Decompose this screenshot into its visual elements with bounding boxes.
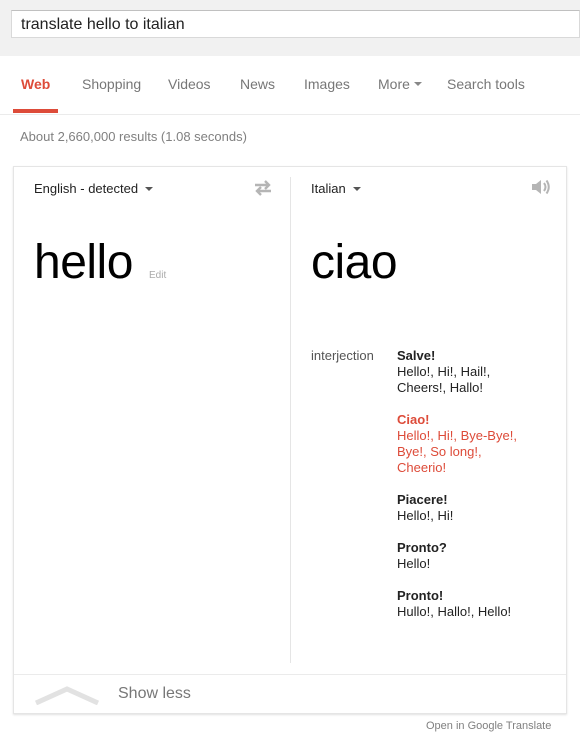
caret-down-icon (352, 186, 361, 191)
open-in-google-translate-link[interactable]: Open in Google Translate (426, 720, 551, 732)
entry-translation: Cheers!, Hallo! (397, 380, 483, 395)
tab-news[interactable]: News (240, 76, 275, 92)
tab-search-tools[interactable]: Search tools (447, 76, 525, 92)
chevron-up-icon (34, 686, 100, 705)
tab-more[interactable]: More (378, 76, 422, 92)
entry-translation: Hello!, Hi!, Bye-Bye!, (397, 428, 517, 443)
dictionary-entries: Salve! Hello!, Hi!, Hail!, Cheers!, Hall… (397, 348, 557, 636)
target-language-select[interactable]: Italian (311, 181, 361, 196)
source-language-select[interactable]: English - detected (34, 181, 154, 196)
results-count: About 2,660,000 results (1.08 seconds) (20, 129, 247, 144)
entry-word: Pronto? (397, 540, 447, 555)
tab-more-label: More (378, 76, 410, 92)
edit-link[interactable]: Edit (149, 270, 166, 281)
entry-word: Salve! (397, 348, 436, 363)
source-text: hello (34, 236, 133, 289)
entry-translation: Cheerio! (397, 460, 447, 475)
dictionary-entry: Salve! Hello!, Hi!, Hail!, Cheers!, Hall… (397, 348, 557, 396)
target-text: ciao (311, 236, 398, 289)
speaker-icon[interactable] (530, 177, 552, 202)
entry-translation: Hello!, Hi!, Hail!, (397, 364, 491, 379)
entry-translation: Hello! (397, 556, 431, 571)
dictionary-entry-highlighted: Ciao! Hello!, Hi!, Bye-Bye!, Bye!, So lo… (397, 412, 557, 476)
translate-card: English - detected Italian hello Edit ci… (13, 166, 567, 714)
caret-down-icon (413, 82, 422, 87)
entry-word: Ciao! (397, 412, 430, 427)
dictionary-entry: Pronto! Hullo!, Hallo!, Hello! (397, 588, 557, 620)
entry-word: Piacere! (397, 492, 448, 507)
show-less-label: Show less (118, 685, 191, 702)
entry-translation: Hello!, Hi! (397, 508, 454, 523)
tab-images[interactable]: Images (304, 76, 350, 92)
dictionary-entry: Piacere! Hello!, Hi! (397, 492, 557, 524)
dictionary-entry: Pronto? Hello! (397, 540, 557, 572)
source-language-label: English - detected (34, 181, 139, 196)
search-tabs: Web Shopping Videos News Images More Sea… (0, 56, 580, 115)
entry-translation: Hullo!, Hallo!, Hello! (397, 604, 512, 619)
entry-translation: Bye!, So long!, (397, 444, 482, 459)
entry-word: Pronto! (397, 588, 444, 603)
tab-web[interactable]: Web (21, 76, 50, 92)
show-less-button[interactable]: Show less (14, 675, 566, 713)
swap-arrows-icon[interactable] (252, 179, 274, 202)
part-of-speech-label: interjection (311, 348, 374, 363)
target-language-label: Italian (311, 181, 346, 196)
tab-shopping[interactable]: Shopping (82, 76, 141, 92)
caret-down-icon (145, 186, 154, 191)
column-divider (290, 177, 291, 663)
search-box[interactable] (11, 10, 580, 38)
active-tab-indicator (13, 109, 58, 113)
search-header (0, 0, 580, 56)
search-input[interactable] (21, 15, 561, 35)
tab-videos[interactable]: Videos (168, 76, 211, 92)
